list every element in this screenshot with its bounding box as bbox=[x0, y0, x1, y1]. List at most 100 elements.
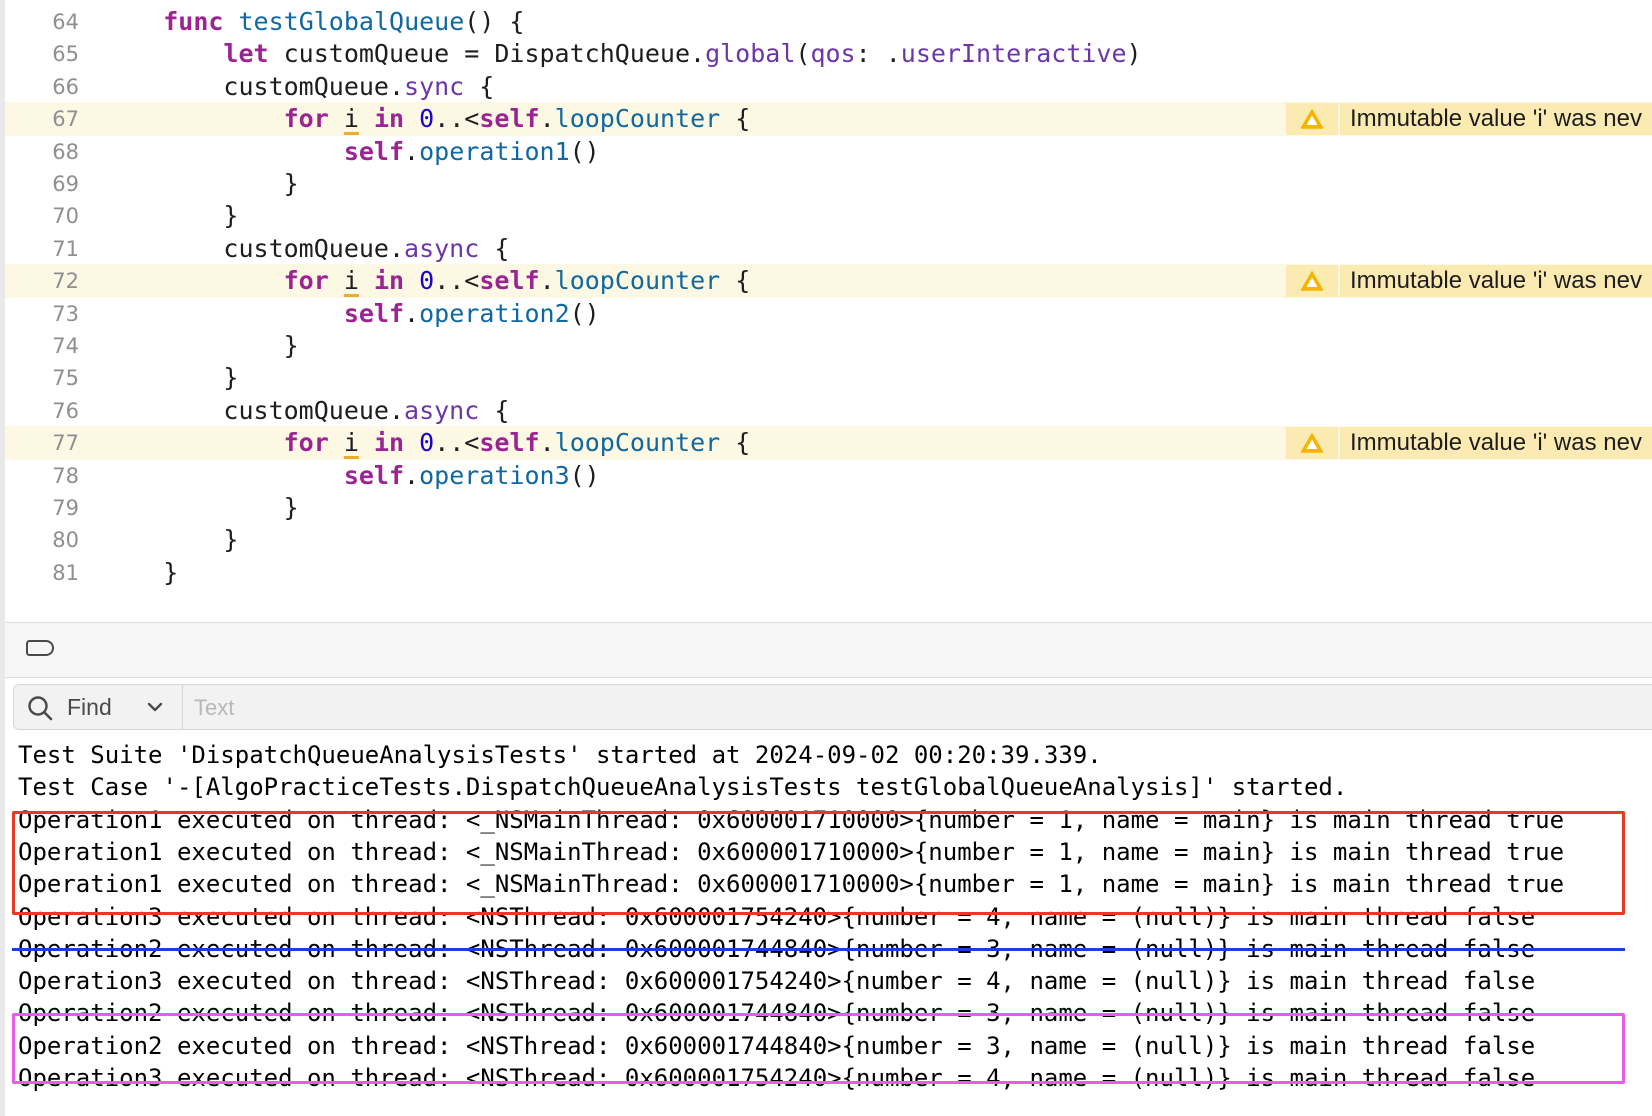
code-token: } bbox=[103, 169, 299, 198]
code-token: loopCounter bbox=[554, 104, 721, 134]
line-number: 77 bbox=[52, 431, 79, 456]
code-token: . bbox=[404, 136, 420, 166]
search-icon[interactable] bbox=[26, 694, 54, 722]
code-text: } bbox=[103, 556, 178, 590]
code-token: } bbox=[103, 201, 239, 231]
code-token: sync bbox=[404, 71, 465, 101]
code-token: customQueue = DispatchQueue. bbox=[268, 39, 706, 69]
line-number: 75 bbox=[52, 366, 79, 391]
code-token: ..< bbox=[434, 428, 480, 458]
code-line[interactable]: 81 } bbox=[5, 556, 1652, 590]
code-line[interactable]: 75 } bbox=[5, 361, 1652, 395]
red-highlight-box bbox=[12, 811, 1625, 915]
code-token: i bbox=[343, 266, 359, 296]
code-line[interactable]: 66 customQueue.sync { bbox=[5, 70, 1652, 104]
find-mode-label[interactable]: Find bbox=[67, 685, 112, 729]
code-line[interactable]: 79 } bbox=[5, 491, 1652, 525]
code-text: func testGlobalQueue() { bbox=[103, 5, 525, 39]
code-line[interactable]: 74 } bbox=[5, 329, 1652, 363]
console-toggle-icon[interactable] bbox=[26, 640, 54, 656]
code-token: async bbox=[404, 233, 480, 263]
warning-badge[interactable] bbox=[1286, 103, 1338, 136]
code-token: () bbox=[569, 460, 600, 490]
code-line[interactable]: 78 self.operation3() bbox=[5, 459, 1652, 493]
code-line[interactable]: 76 customQueue.async { bbox=[5, 394, 1652, 428]
warning-message[interactable]: Immutable value 'i' was nev bbox=[1340, 265, 1652, 298]
code-line[interactable]: 67 for i in 0..<self.loopCounter { Immuta… bbox=[5, 102, 1652, 137]
code-text: for i in 0..<self.loopCounter { bbox=[103, 426, 751, 460]
code-text: self.operation3() bbox=[103, 459, 600, 493]
code-token: () { bbox=[464, 7, 525, 36]
console-line: Test Case '-[AlgoPracticeTests.DispatchQ… bbox=[18, 773, 1348, 802]
code-text: customQueue.sync { bbox=[103, 70, 494, 104]
warning-message[interactable]: Immutable value 'i' was nev bbox=[1340, 427, 1652, 460]
code-token: . bbox=[539, 266, 555, 296]
code-text: } bbox=[103, 199, 238, 233]
code-token: func bbox=[163, 7, 224, 36]
code-token: . bbox=[539, 428, 555, 458]
find-text-input[interactable] bbox=[192, 689, 796, 727]
code-line[interactable]: 70 } bbox=[5, 199, 1652, 233]
code-line[interactable]: 77 for i in 0..<self.loopCounter { Immuta… bbox=[5, 426, 1652, 461]
code-text: } bbox=[103, 523, 238, 557]
warning-message[interactable]: Immutable value 'i' was nev bbox=[1340, 103, 1652, 136]
line-number: 68 bbox=[52, 139, 79, 164]
line-number: 69 bbox=[52, 172, 79, 196]
code-line[interactable]: 72 for i in 0..<self.loopCounter {Immuta… bbox=[5, 264, 1652, 299]
console-line: Operation3 executed on thread: <NSThread… bbox=[18, 967, 1536, 996]
chevron-down-icon[interactable] bbox=[146, 700, 164, 714]
code-line[interactable]: 65 let customQueue = DispatchQueue.globa… bbox=[5, 37, 1652, 71]
code-token: { bbox=[464, 71, 495, 101]
line-number: 66 bbox=[52, 74, 79, 99]
code-token: userInteractive bbox=[900, 39, 1127, 69]
blue-underline bbox=[12, 948, 1625, 951]
line-number: 72 bbox=[52, 269, 79, 294]
code-editor[interactable]: 64 func testGlobalQueue() {65 let custom… bbox=[5, 0, 1652, 622]
code-token: self bbox=[479, 428, 540, 458]
line-number: 65 bbox=[52, 42, 79, 67]
code-token: . bbox=[404, 298, 420, 328]
warning-badge[interactable] bbox=[1286, 427, 1338, 460]
warning-badge[interactable] bbox=[1286, 265, 1338, 298]
code-token: ) bbox=[1126, 39, 1142, 69]
code-token: in bbox=[373, 266, 405, 296]
line-number: 67 bbox=[52, 107, 79, 132]
code-token: 0 bbox=[419, 428, 435, 458]
code-token: customQueue. bbox=[103, 71, 405, 101]
code-token: self bbox=[343, 298, 405, 328]
code-line[interactable]: 68 self.operation1() bbox=[5, 135, 1652, 169]
code-token: let bbox=[223, 39, 269, 69]
code-token: : . bbox=[855, 39, 901, 69]
code-token: customQueue. bbox=[103, 395, 405, 425]
code-line[interactable]: 71 customQueue.async { bbox=[5, 232, 1652, 266]
code-text: self.operation1() bbox=[103, 135, 600, 169]
console-line: Test Suite 'DispatchQueueAnalysisTests' … bbox=[18, 741, 1102, 769]
code-text: for i in 0..<self.loopCounter { bbox=[103, 102, 751, 136]
code-line[interactable]: 69 } bbox=[5, 167, 1652, 201]
line-number: 71 bbox=[52, 236, 79, 261]
code-line[interactable]: 80 } bbox=[5, 523, 1652, 557]
code-token: operation1 bbox=[419, 136, 570, 166]
code-line[interactable]: 64 func testGlobalQueue() { bbox=[5, 5, 1652, 39]
code-token: loopCounter bbox=[554, 266, 721, 296]
code-token: { bbox=[720, 428, 751, 458]
code-token: i bbox=[343, 428, 359, 458]
debug-area-divider bbox=[5, 622, 1652, 678]
line-number: 70 bbox=[52, 204, 79, 229]
code-line[interactable]: 73 self.operation2() bbox=[5, 297, 1652, 331]
code-token: operation3 bbox=[419, 460, 570, 490]
code-token: } bbox=[103, 363, 239, 393]
line-number: 79 bbox=[52, 496, 79, 520]
find-bar: Find bbox=[13, 684, 1652, 730]
code-token: . bbox=[539, 104, 555, 134]
